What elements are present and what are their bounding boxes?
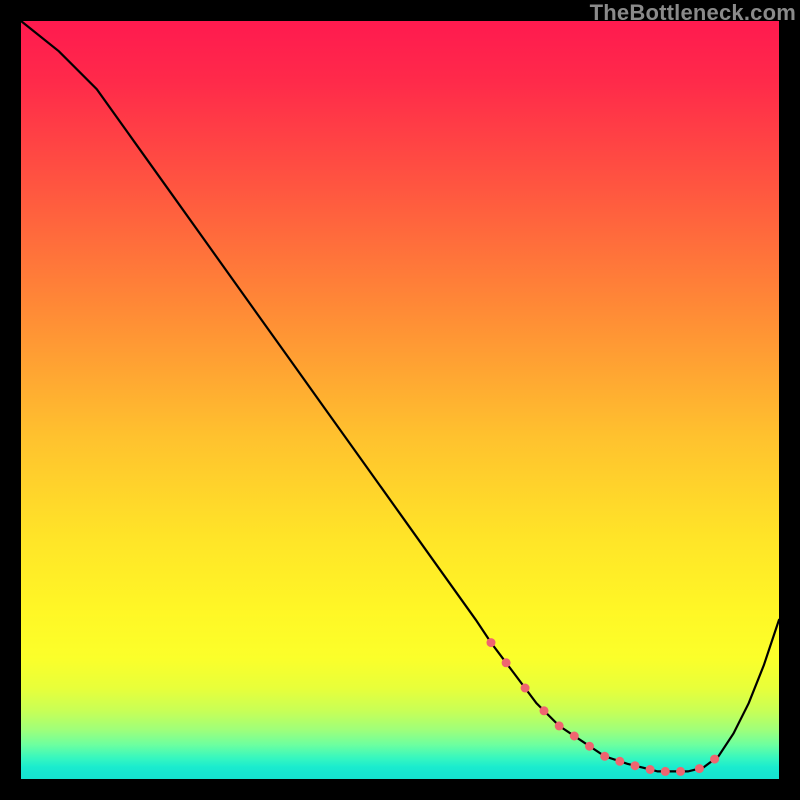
valley-dot [555,721,564,730]
chart-frame: TheBottleneck.com [0,0,800,800]
valley-dot [615,757,624,766]
valley-dot [502,658,511,667]
valley-dot [646,765,655,774]
valley-dot [661,767,670,776]
valley-dot [540,706,549,715]
valley-dot [600,752,609,761]
valley-dot [585,742,594,751]
valley-dot [695,764,704,773]
valley-dot-markers [487,638,720,776]
valley-dot [487,638,496,647]
watermark-text: TheBottleneck.com [590,0,796,26]
valley-dot [570,732,579,741]
bottleneck-curve [21,21,779,771]
valley-dot [631,761,640,770]
valley-dot [710,755,719,764]
valley-dot [676,767,685,776]
valley-dot [521,684,530,693]
chart-curve-layer [0,0,800,800]
